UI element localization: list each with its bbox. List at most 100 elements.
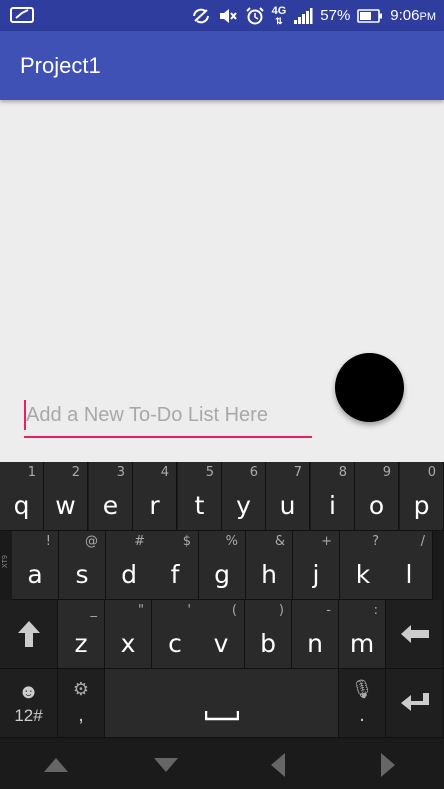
key-hint: ? — [372, 534, 379, 549]
key-v[interactable]: (v — [198, 600, 245, 669]
clock: 9:06PM — [390, 7, 436, 24]
key-label: d — [121, 560, 137, 589]
key-z[interactable]: _ z — [58, 600, 105, 669]
comma-label: , — [78, 704, 84, 726]
key-y[interactable]: 6y — [222, 462, 266, 531]
key-d[interactable]: # d — [106, 531, 153, 600]
key-hint: ( — [231, 603, 237, 618]
symbols-label: 12# — [14, 705, 43, 725]
backspace-key[interactable] — [386, 600, 444, 669]
key-hint: 4 — [160, 465, 169, 480]
key-label: n — [307, 629, 323, 658]
key-hint: ) — [278, 603, 284, 618]
nav-left-button[interactable] — [248, 740, 308, 789]
key-a[interactable]: ! a — [12, 531, 59, 600]
key-e[interactable]: 3e — [89, 462, 133, 531]
key-n[interactable]: -n — [292, 600, 339, 669]
navigation-bar — [0, 740, 444, 789]
key-label: h — [261, 560, 277, 589]
add-fab-button[interactable] — [335, 353, 404, 422]
key-label: v — [213, 629, 229, 658]
key-o[interactable]: 9o — [355, 462, 399, 531]
key-hint: + — [321, 534, 332, 549]
key-label: a — [27, 560, 43, 589]
settings-gear-icon: ⚙ — [72, 679, 90, 699]
key-hint: 9 — [382, 465, 391, 480]
period-key[interactable]: 🎙. — [339, 669, 386, 738]
nav-down-button[interactable] — [136, 740, 196, 789]
smiley-icon: ☻ — [17, 680, 40, 703]
enter-key[interactable] — [386, 669, 444, 738]
period-label: . — [359, 704, 365, 726]
nav-up-button[interactable] — [26, 740, 86, 789]
key-s[interactable]: @ s — [59, 531, 106, 600]
xt9-label: XT9 — [2, 555, 9, 568]
shift-key[interactable] — [0, 600, 58, 669]
key-j[interactable]: + j — [293, 531, 340, 600]
battery-percent: 57% — [320, 7, 351, 24]
soft-keyboard: 1 q 2 w 3 e 4 r 5 t 6 y 7 u 8 i 9 o 0 p! a @ s # d $ f% g & h + j? k / l _ z… — [0, 462, 444, 740]
key-hint: _ — [90, 603, 98, 618]
key-label: x — [120, 629, 136, 658]
key-m[interactable]: :m — [339, 600, 386, 669]
key-hint: : — [373, 603, 378, 618]
key-label: s — [75, 560, 89, 589]
key-w[interactable]: 2w — [44, 462, 88, 531]
key-hint: 8 — [338, 465, 347, 480]
shift-arrow-icon — [17, 621, 40, 647]
key-b[interactable]: ) b — [245, 600, 292, 669]
enter-arrow-icon — [400, 693, 429, 711]
mute-icon — [219, 8, 237, 23]
key-u[interactable]: 7u — [266, 462, 310, 531]
key-hint: $ — [182, 534, 191, 549]
key-f[interactable]: $ f — [152, 531, 199, 600]
space-key[interactable] — [105, 669, 339, 738]
key-hint: - — [326, 603, 331, 618]
key-hint: 6 — [249, 465, 258, 480]
key-hint: 3 — [116, 465, 125, 480]
key-label: r — [149, 491, 160, 520]
notification-icon — [10, 7, 34, 23]
key-label: k — [355, 560, 371, 589]
todo-input[interactable] — [24, 398, 312, 438]
signal-icon — [294, 7, 313, 24]
key-r[interactable]: 4r — [133, 462, 177, 531]
alarm-icon — [245, 6, 264, 24]
key-hint: 5 — [205, 465, 214, 480]
nav-right-button[interactable] — [358, 740, 418, 789]
key-i[interactable]: 8i — [311, 462, 355, 531]
key-hint: @ — [85, 534, 98, 549]
text-cursor — [24, 400, 26, 430]
key-label: j — [312, 560, 320, 589]
key-k[interactable]: ? k — [340, 531, 387, 600]
network-type-label: 4G ⇅ — [271, 4, 287, 26]
key-hint: / — [420, 534, 425, 549]
comma-key[interactable]: ⚙, — [58, 669, 105, 738]
backspace-arrow-icon — [400, 625, 429, 643]
key-c[interactable]: ' c — [152, 600, 199, 669]
key-hint: # — [134, 534, 145, 549]
key-label: c — [168, 629, 182, 658]
triangle-down-icon — [154, 757, 178, 772]
app-bar: Project1 — [0, 31, 444, 100]
key-t[interactable]: 5t — [178, 462, 222, 531]
key-hint: & — [274, 534, 285, 549]
key-label: g — [214, 560, 230, 589]
space-bar-icon — [204, 711, 239, 721]
key-hint: " — [138, 603, 144, 618]
key-hint: ' — [187, 603, 191, 618]
key-label: i — [329, 491, 336, 520]
battery-icon — [357, 8, 383, 23]
key-label: m — [349, 629, 375, 658]
key-h[interactable]: & h — [246, 531, 293, 600]
symbols-key[interactable]: ☻ 12# — [0, 669, 58, 738]
key-x[interactable]: " x — [105, 600, 152, 669]
key-l[interactable]: / l — [386, 531, 433, 600]
key-label: o — [368, 491, 385, 520]
triangle-left-icon — [271, 752, 285, 777]
key-g[interactable]: % g — [199, 531, 246, 600]
key-hint: ! — [45, 534, 51, 549]
key-label: p — [413, 491, 430, 520]
key-p[interactable]: 0p — [400, 462, 444, 531]
key-q[interactable]: 1q — [0, 462, 44, 531]
